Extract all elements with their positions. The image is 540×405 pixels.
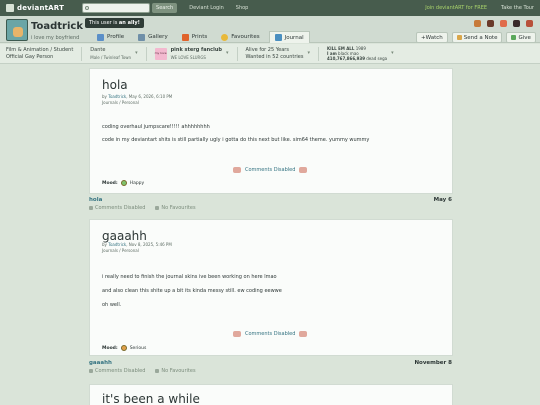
entry-title[interactable]: it's been a while [102, 392, 200, 405]
comment-icon [89, 369, 93, 373]
name-info[interactable]: Dante Male / Twinleaf Town ▾ [90, 46, 147, 61]
entry-meta: by Toadtrick, Nov 8, 2025, 5:46 PM Journ… [102, 242, 172, 253]
entry-text: oh well. [102, 302, 122, 308]
stats-info[interactable]: KILL EM ALL 1989 I am black mao 410,767,… [327, 46, 402, 61]
profile-tabs: Profile Gallery Prints Favourites Journa… [92, 31, 310, 43]
avatar[interactable] [6, 19, 28, 41]
username[interactable]: Toadtrick [31, 21, 83, 32]
badge-icon[interactable] [513, 20, 520, 27]
serious-mood-icon [120, 345, 127, 351]
star-icon [155, 206, 160, 210]
chevron-down-icon: ▾ [391, 50, 394, 56]
tab-journal[interactable]: Journal [268, 31, 310, 43]
tab-prints[interactable]: Prints [177, 31, 213, 43]
comment-icon [299, 167, 308, 173]
category-info: Film & Animation / Student Official Gay … [6, 46, 83, 61]
search-input[interactable] [82, 3, 151, 13]
profile-info-bar: Film & Animation / Student Official Gay … [0, 44, 540, 64]
ally-tooltip: This user is an ally! [85, 18, 144, 28]
profile-actions: +Watch Send a Note Give [416, 32, 536, 43]
entry-title[interactable]: gaaahh [102, 229, 147, 243]
author-link[interactable]: Toadtrick [108, 94, 126, 99]
journal-entry: hola by Toadtrick, May 6, 2026, 6:10 PM … [89, 68, 453, 194]
tab-favourites[interactable]: Favourites [216, 31, 264, 43]
note-icon [456, 35, 462, 40]
entry-meta: by Toadtrick, May 6, 2026, 6:10 PM Journ… [102, 94, 173, 105]
deviantart-logo-icon [6, 4, 14, 12]
entry-text: i really need to finish the journal skin… [102, 274, 277, 280]
send-note-button[interactable]: Send a Note [451, 32, 503, 43]
entry-footer-actions: Comments Disabled No Favourites [89, 368, 196, 374]
search-button[interactable]: Search [152, 3, 178, 13]
comment-icon [233, 167, 241, 173]
badge-icon[interactable] [526, 20, 533, 27]
entry-footer-date: November 8 [414, 360, 452, 366]
mood: Mood: Serious [102, 345, 147, 351]
search-icon [85, 6, 90, 10]
deviant-login-link[interactable]: Deviant Login [189, 5, 224, 11]
badge-icon[interactable] [487, 20, 494, 27]
author-link[interactable]: Toadtrick [108, 242, 126, 247]
join-link[interactable]: Join deviantART for FREE [425, 5, 487, 11]
badge-row [474, 20, 533, 27]
entry-footer-date: May 6 [433, 197, 452, 203]
favourites-count[interactable]: No Favourites [155, 205, 196, 211]
journal-entry: it's been a while [89, 384, 453, 405]
comment-icon [299, 331, 308, 337]
happy-mood-icon [120, 180, 127, 186]
gallery-icon [138, 33, 146, 41]
badge-icon[interactable] [500, 20, 507, 27]
journal-entry: gaaahh by Toadtrick, Nov 8, 2025, 5:46 P… [89, 219, 453, 356]
entry-text: coding overhaul jumpscare!!!!! ahhhhhhhh [102, 124, 210, 130]
comments-count[interactable]: Comments Disabled [89, 368, 145, 374]
badge-icon[interactable] [474, 20, 481, 27]
favourites-count[interactable]: No Favourites [155, 368, 196, 374]
top-navigation-bar: deviantART Search Deviant Login Shop Joi… [0, 0, 540, 16]
entry-text: code in my deviantart shits is still par… [102, 137, 370, 143]
avatar-image [13, 27, 23, 37]
alive-info[interactable]: Alive for 25 Years Wanted in 52 countrie… [246, 46, 320, 61]
star-icon [221, 33, 229, 41]
watch-button[interactable]: +Watch [416, 32, 448, 43]
entry-text: and also clean this shite up a bit its k… [102, 288, 282, 294]
gift-icon [511, 35, 517, 40]
mood: Mood: Happy [102, 180, 145, 186]
comments-count[interactable]: Comments Disabled [89, 205, 145, 211]
entry-footer-title[interactable]: hola [89, 197, 102, 203]
take-tour-link[interactable]: Take the Tour [501, 5, 534, 11]
deviantart-logo[interactable]: deviantART [6, 4, 64, 12]
profile-icon [97, 33, 104, 41]
entry-footer-actions: Comments Disabled No Favourites [89, 205, 196, 211]
comments-disabled: Comments Disabled [233, 331, 308, 337]
comment-icon [233, 331, 241, 337]
prints-icon [181, 33, 189, 41]
club-info[interactable]: my love pink sterg fanclub WE LOVE SLURG… [154, 46, 238, 61]
star-icon [155, 369, 160, 373]
entry-title[interactable]: hola [102, 78, 128, 92]
tab-profile[interactable]: Profile [92, 31, 129, 43]
chevron-down-icon: ▾ [307, 50, 311, 56]
give-button[interactable]: Give [506, 32, 536, 43]
comment-icon [89, 206, 93, 210]
profile-tagline: i love my boyfriend [31, 35, 80, 41]
comments-disabled: Comments Disabled [233, 167, 308, 173]
journal-icon [274, 34, 282, 41]
shop-link[interactable]: Shop [236, 5, 249, 11]
club-icon: my love [154, 47, 167, 60]
chevron-down-icon: ▾ [225, 50, 229, 56]
chevron-down-icon: ▾ [135, 50, 138, 56]
tab-gallery[interactable]: Gallery [133, 31, 173, 43]
entry-footer-title[interactable]: gaaahh [89, 360, 112, 366]
